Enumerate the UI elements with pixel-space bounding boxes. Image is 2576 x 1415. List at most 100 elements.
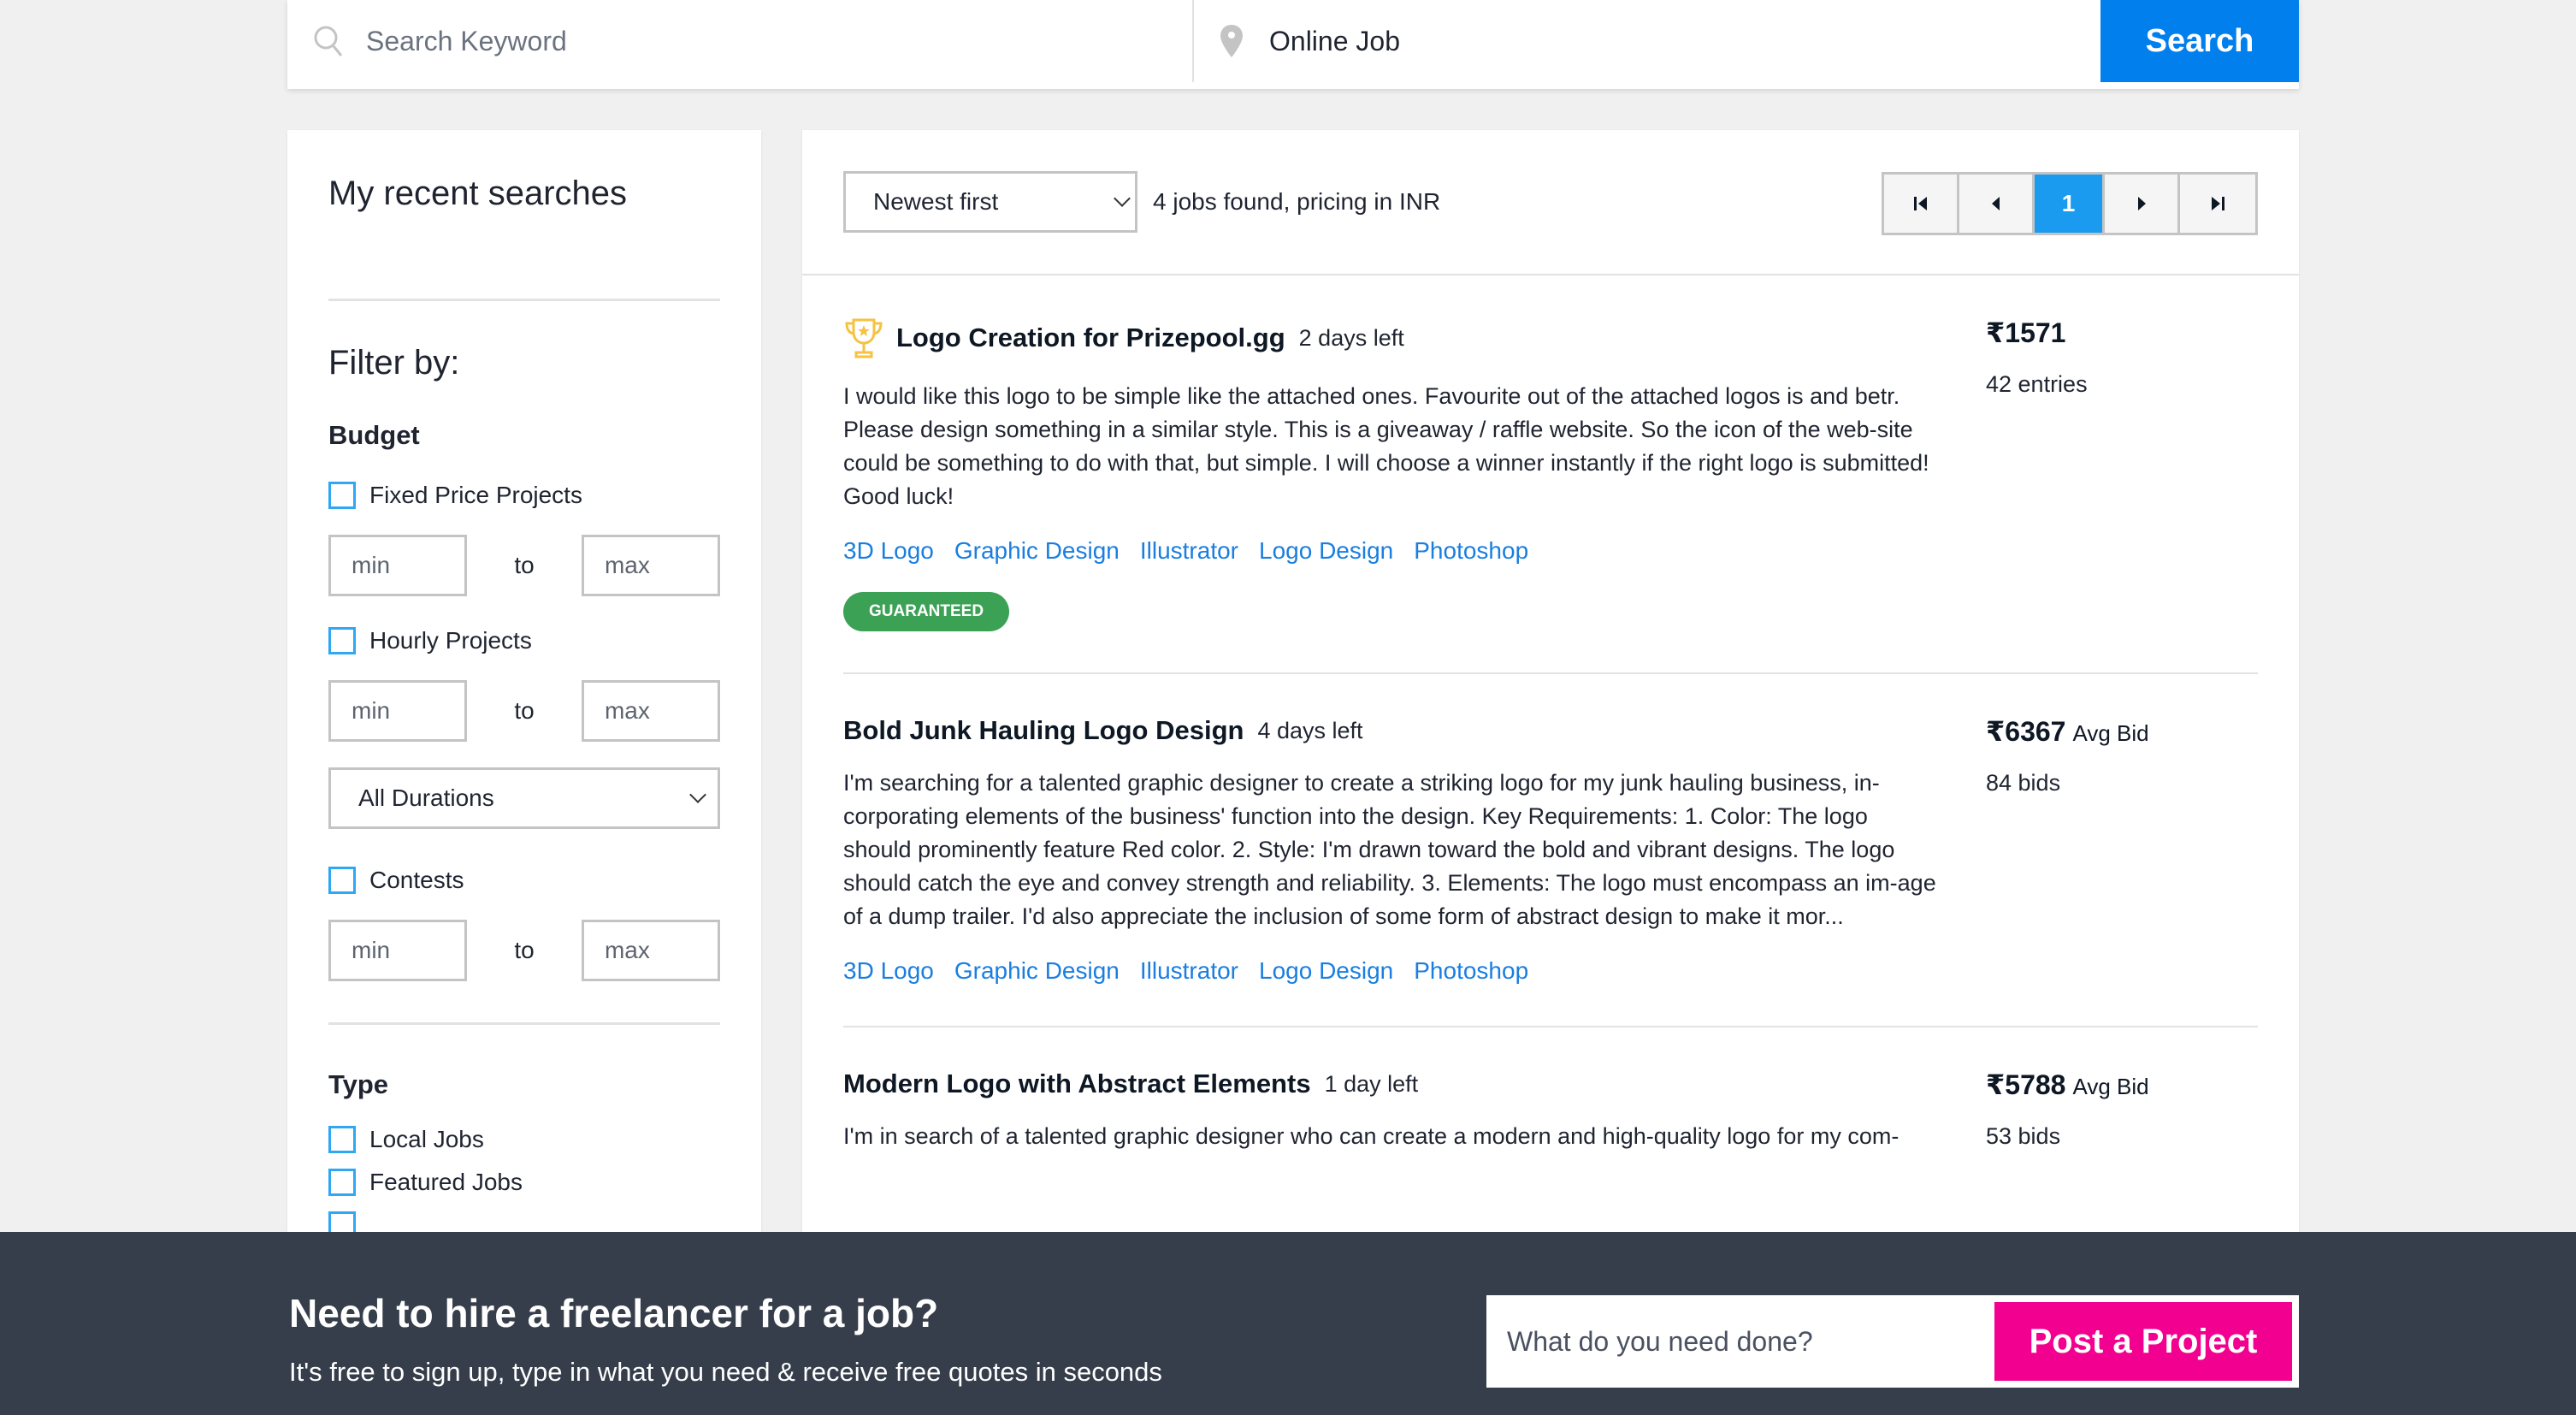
prev-page-button[interactable] bbox=[1959, 175, 2035, 233]
featured-jobs-checkbox[interactable] bbox=[328, 1169, 356, 1196]
search-bar: Search bbox=[287, 0, 2299, 89]
hourly-range: to bbox=[328, 680, 720, 742]
page-1-button[interactable]: 1 bbox=[2035, 175, 2105, 233]
divider bbox=[328, 1022, 720, 1025]
search-icon bbox=[311, 22, 346, 60]
contests-label: Contests bbox=[369, 867, 464, 893]
chevron-down-icon bbox=[1114, 190, 1131, 207]
bid-count: 42 entries bbox=[1986, 371, 2088, 397]
keyword-input[interactable] bbox=[366, 25, 1071, 57]
post-project-button[interactable]: Post a Project bbox=[1994, 1302, 2292, 1381]
location-pin-icon bbox=[1214, 22, 1249, 60]
trophy-icon bbox=[845, 318, 883, 358]
bid-count: 84 bids bbox=[1986, 770, 2061, 796]
skill-tag[interactable]: Graphic Design bbox=[954, 537, 1120, 565]
price-column: ₹1571 42 entries bbox=[1986, 317, 2088, 398]
skill-tag[interactable]: Illustrator bbox=[1140, 957, 1238, 985]
sort-select[interactable]: Newest first bbox=[843, 171, 1137, 233]
jobs-count: 4 jobs found, pricing in INR bbox=[1153, 188, 1441, 215]
bid-count: 53 bids bbox=[1986, 1123, 2061, 1149]
location-input[interactable] bbox=[1269, 25, 1978, 57]
chevron-down-icon bbox=[689, 786, 706, 803]
pagination: 1 bbox=[1882, 172, 2258, 235]
time-left: 4 days left bbox=[1257, 717, 1363, 743]
hire-freelancer-banner: Need to hire a freelancer for a job? It'… bbox=[0, 1232, 2576, 1415]
skill-tag[interactable]: 3D Logo bbox=[843, 537, 934, 565]
banner-title: Need to hire a freelancer for a job? bbox=[289, 1291, 939, 1335]
fixed-price-filter[interactable]: Fixed Price Projects bbox=[328, 482, 720, 509]
skill-tag[interactable]: Logo Design bbox=[1259, 957, 1393, 985]
skill-tags: 3D Logo Graphic Design Illustrator Logo … bbox=[843, 957, 2258, 985]
filter-title: Filter by: bbox=[328, 344, 460, 382]
price-column: ₹6367 Avg Bid 84 bids bbox=[1986, 715, 2149, 796]
job-listing: Logo Creation for Prizepool.gg 2 days le… bbox=[843, 275, 2258, 674]
job-title-link[interactable]: Modern Logo with Abstract Elements bbox=[843, 1069, 1311, 1099]
fixed-price-label: Fixed Price Projects bbox=[369, 482, 582, 508]
fixed-min-input[interactable] bbox=[328, 535, 467, 596]
sort-selected: Newest first bbox=[873, 188, 999, 215]
contests-min-input[interactable] bbox=[328, 920, 467, 981]
hourly-max-input[interactable] bbox=[581, 680, 720, 742]
duration-select[interactable]: All Durations bbox=[328, 767, 720, 829]
fixed-max-input[interactable] bbox=[581, 535, 720, 596]
skill-tag[interactable]: 3D Logo bbox=[843, 957, 934, 985]
skill-tag[interactable]: Illustrator bbox=[1140, 537, 1238, 565]
price-column: ₹5788 Avg Bid 53 bids bbox=[1986, 1069, 2149, 1150]
job-description: I would like this logo to be simple like… bbox=[843, 383, 1929, 509]
post-project-form: Post a Project bbox=[1486, 1295, 2299, 1388]
location-field bbox=[1194, 0, 2100, 82]
results-panel: Newest first 4 jobs found, pricing in IN… bbox=[802, 130, 2299, 1328]
results-toolbar: Newest first 4 jobs found, pricing in IN… bbox=[802, 130, 2299, 275]
fixed-price-range: to bbox=[328, 535, 720, 596]
first-page-icon bbox=[1913, 197, 1927, 210]
filter-sidebar: My recent searches Filter by: Budget Fix… bbox=[287, 130, 761, 1328]
prev-page-icon bbox=[1991, 197, 2000, 210]
featured-jobs-filter[interactable]: Featured Jobs bbox=[328, 1169, 720, 1196]
project-need-input[interactable] bbox=[1486, 1325, 1994, 1358]
local-jobs-filter[interactable]: Local Jobs bbox=[328, 1126, 720, 1153]
first-page-button[interactable] bbox=[1884, 175, 1959, 233]
next-page-button[interactable] bbox=[2105, 175, 2180, 233]
job-description: I'm searching for a talented graphic des… bbox=[843, 770, 1936, 929]
job-price: ₹5788 Avg Bid bbox=[1986, 1069, 2149, 1101]
contests-max-input[interactable] bbox=[581, 920, 720, 981]
hourly-min-input[interactable] bbox=[328, 680, 467, 742]
divider bbox=[328, 299, 720, 301]
time-left: 2 days left bbox=[1298, 324, 1404, 351]
contests-filter[interactable]: Contests bbox=[328, 867, 720, 894]
keyword-field bbox=[287, 0, 1194, 82]
fixed-price-checkbox[interactable] bbox=[328, 482, 356, 509]
type-title: Type bbox=[328, 1069, 389, 1099]
skill-tags: 3D Logo Graphic Design Illustrator Logo … bbox=[843, 537, 2258, 565]
range-to-label: to bbox=[514, 937, 535, 963]
banner-subtitle: It's free to sign up, type in what you n… bbox=[289, 1357, 1162, 1387]
hourly-label: Hourly Projects bbox=[369, 627, 532, 654]
recent-searches-title: My recent searches bbox=[328, 175, 628, 212]
job-title-link[interactable]: Logo Creation for Prizepool.gg bbox=[896, 323, 1285, 353]
skill-tag[interactable]: Graphic Design bbox=[954, 957, 1120, 985]
search-button[interactable]: Search bbox=[2100, 0, 2299, 82]
last-page-button[interactable] bbox=[2180, 175, 2255, 233]
skill-tag[interactable]: Photoshop bbox=[1414, 957, 1528, 985]
next-page-icon bbox=[2137, 197, 2146, 210]
job-price: ₹6367 Avg Bid bbox=[1986, 715, 2149, 748]
contests-checkbox[interactable] bbox=[328, 867, 356, 894]
local-jobs-checkbox[interactable] bbox=[328, 1126, 356, 1153]
price-suffix: Avg Bid bbox=[2072, 1074, 2149, 1099]
skill-tag[interactable]: Logo Design bbox=[1259, 537, 1393, 565]
job-title-link[interactable]: Bold Junk Hauling Logo Design bbox=[843, 715, 1244, 746]
job-listing: Modern Logo with Abstract Elements 1 day… bbox=[843, 1027, 2258, 1153]
price-suffix: Avg Bid bbox=[2072, 720, 2149, 746]
last-page-icon bbox=[2212, 197, 2224, 210]
price-value: ₹6367 bbox=[1986, 716, 2066, 747]
duration-selected: All Durations bbox=[358, 784, 494, 811]
hourly-checkbox[interactable] bbox=[328, 627, 356, 654]
price-value: ₹5788 bbox=[1986, 1069, 2066, 1100]
guaranteed-badge: GUARANTEED bbox=[843, 592, 1010, 631]
skill-tag[interactable]: Photoshop bbox=[1414, 537, 1528, 565]
time-left: 1 day left bbox=[1324, 1070, 1419, 1097]
featured-jobs-label: Featured Jobs bbox=[369, 1169, 523, 1195]
job-description: I'm in search of a talented graphic desi… bbox=[843, 1123, 1900, 1149]
contests-range: to bbox=[328, 920, 720, 981]
hourly-filter[interactable]: Hourly Projects bbox=[328, 627, 720, 654]
